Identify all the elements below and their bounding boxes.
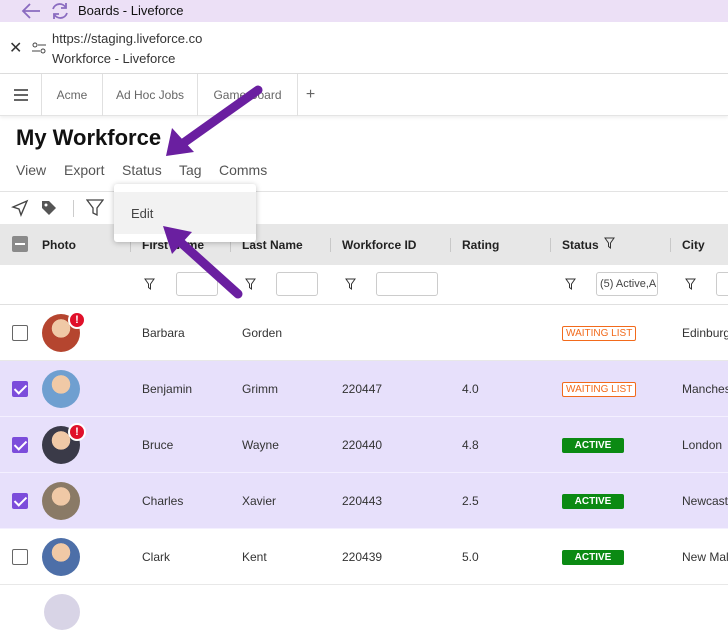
status-badge: WAITING LIST — [562, 326, 637, 341]
table-row[interactable]: ! Barbara Gorden WAITING LIST Edinburgh — [0, 305, 728, 361]
last-name: Gorden — [242, 326, 283, 340]
city: Newcastle — [682, 494, 728, 508]
close-icon[interactable]: ✕ — [9, 38, 22, 58]
menu-tag[interactable]: Tag — [179, 162, 202, 178]
dropdown-item-edit[interactable]: Edit — [114, 192, 256, 234]
status-filter-active-icon[interactable] — [604, 237, 615, 249]
status-badge: WAITING LIST — [562, 382, 637, 397]
back-arrow-icon[interactable] — [20, 2, 42, 20]
url-text[interactable]: https://staging.liveforce.co — [52, 31, 202, 46]
status-filter-input[interactable]: (5) Active,Ar — [596, 272, 658, 296]
filter-icon[interactable] — [685, 278, 696, 290]
filter-icon[interactable] — [565, 278, 576, 290]
city-filter-input[interactable] — [716, 272, 728, 296]
col-status[interactable]: Status — [562, 238, 599, 252]
tag-icon[interactable] — [40, 199, 58, 217]
rating: 5.0 — [462, 550, 479, 564]
table-row[interactable]: ! Bruce Wayne 220440 4.8 ACTIVE London — [0, 417, 728, 473]
table-row[interactable]: Clark Kent 220439 5.0 ACTIVE New Malden — [0, 529, 728, 585]
last-name: Wayne — [242, 438, 279, 452]
status-badge: ACTIVE — [562, 438, 624, 453]
menu-status[interactable]: Status — [122, 162, 162, 178]
tab-ad-hoc-jobs[interactable]: Ad Hoc Jobs — [102, 74, 197, 116]
refresh-icon[interactable] — [50, 1, 70, 21]
row-checkbox[interactable] — [12, 381, 28, 397]
last-name: Grimm — [242, 382, 278, 396]
status-badge: ACTIVE — [562, 494, 624, 509]
add-tab-icon[interactable]: + — [297, 74, 323, 116]
city: New Malden — [682, 550, 728, 564]
first-name: Bruce — [142, 438, 174, 452]
window-title: Boards - Liveforce — [78, 3, 184, 18]
col-city[interactable]: City — [682, 238, 705, 252]
divider — [0, 191, 728, 192]
table-header: Photo First Name Last Name Workforce ID … — [0, 224, 728, 265]
filter-icon[interactable] — [245, 278, 256, 290]
table-row-partial — [0, 585, 728, 630]
row-checkbox[interactable] — [12, 549, 28, 565]
browser-title-bar: Boards - Liveforce — [0, 0, 728, 22]
rating: 4.0 — [462, 382, 479, 396]
page-title-text: Workforce - Liveforce — [52, 51, 176, 66]
last-name-filter-input[interactable] — [276, 272, 318, 296]
filter-row: (5) Active,Ar — [0, 265, 728, 305]
status-badge: ACTIVE — [562, 550, 624, 565]
first-name: Clark — [142, 550, 171, 564]
board-tabs: Acme Ad Hoc Jobs Game Board + — [0, 74, 728, 116]
row-checkbox[interactable] — [12, 493, 28, 509]
filter-icon[interactable] — [86, 199, 104, 217]
select-all-checkbox[interactable] — [12, 236, 28, 252]
alert-badge-icon: ! — [68, 311, 86, 329]
rating: 2.5 — [462, 494, 479, 508]
filter-icon[interactable] — [345, 278, 356, 290]
filter-icon[interactable] — [144, 278, 155, 290]
avatar[interactable] — [42, 370, 80, 408]
toolbar-divider — [73, 200, 74, 217]
address-area: ✕ https://staging.liveforce.co Workforce… — [0, 22, 728, 74]
first-name: Benjamin — [142, 382, 193, 396]
table-row[interactable]: Benjamin Grimm 220447 4.0 WAITING LIST Manche… — [0, 361, 728, 417]
workforce-id: 220447 — [342, 382, 383, 396]
avatar[interactable] — [42, 538, 80, 576]
first-name: Barbara — [142, 326, 185, 340]
city: London — [682, 438, 723, 452]
col-rating[interactable]: Rating — [462, 238, 499, 252]
workforce-id: 220443 — [342, 494, 383, 508]
city: Edinburgh — [682, 326, 728, 340]
col-workforce-id[interactable]: Workforce ID — [342, 238, 416, 252]
workforce-id: 220439 — [342, 550, 383, 564]
tab-acme[interactable]: Acme — [41, 74, 102, 116]
hamburger-menu-icon[interactable] — [0, 74, 41, 116]
row-checkbox[interactable] — [12, 325, 28, 341]
alert-badge-icon: ! — [68, 423, 86, 441]
rating: 4.8 — [462, 438, 479, 452]
menu-view[interactable]: View — [16, 162, 46, 178]
menu-comms[interactable]: Comms — [219, 162, 267, 178]
menu-export[interactable]: Export — [64, 162, 104, 178]
last-name: Kent — [242, 550, 267, 564]
workforce-id-filter-input[interactable] — [376, 272, 438, 296]
col-photo[interactable]: Photo — [42, 238, 76, 252]
status-dropdown: Edit — [114, 184, 256, 242]
tab-game-board[interactable]: Game Board — [197, 74, 297, 116]
avatar[interactable] — [42, 482, 80, 520]
workforce-id: 220440 — [342, 438, 383, 452]
page-title: My Workforce — [16, 125, 162, 150]
first-name: Charles — [142, 494, 184, 508]
table-row[interactable]: Charles Xavier 220443 2.5 ACTIVE Newcastle — [0, 473, 728, 529]
first-name-filter-input[interactable] — [176, 272, 218, 296]
last-name: Xavier — [242, 494, 277, 508]
send-icon[interactable] — [11, 199, 29, 217]
site-settings-icon[interactable] — [32, 42, 46, 54]
row-checkbox[interactable] — [12, 437, 28, 453]
city: Manchester — [682, 382, 728, 396]
